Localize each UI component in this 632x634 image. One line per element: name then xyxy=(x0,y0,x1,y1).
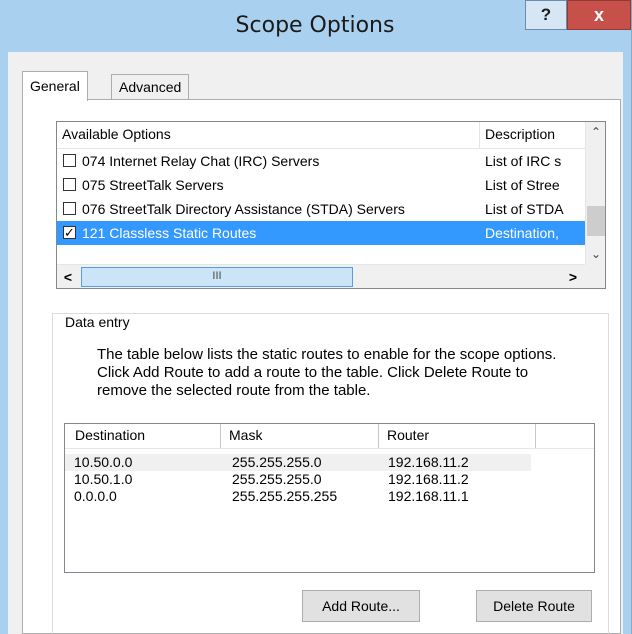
scroll-down-arrow-icon[interactable]: ⌄ xyxy=(586,244,605,264)
router-cell: 192.168.11.1 xyxy=(388,488,469,504)
router-cell: 192.168.11.2 xyxy=(388,471,469,487)
vertical-scroll-thumb[interactable] xyxy=(587,206,605,236)
option-checkbox[interactable] xyxy=(63,202,76,215)
option-name: 121 Classless Static Routes xyxy=(82,225,257,241)
options-vertical-scrollbar[interactable]: ⌃ ⌄ xyxy=(585,122,605,264)
column-divider[interactable] xyxy=(378,424,379,448)
tab-advanced[interactable]: Advanced xyxy=(111,74,190,100)
option-description: List of IRC s xyxy=(485,153,562,169)
mask-cell: 255.255.255.0 xyxy=(232,454,322,470)
static-routes-table[interactable]: Destination Mask Router 10.50.0.0 255.25… xyxy=(64,423,595,573)
table-row[interactable]: 0.0.0.0 255.255.255.255 192.168.11.1 xyxy=(65,488,531,505)
column-header-destination[interactable]: Destination xyxy=(75,427,145,443)
option-row-076[interactable]: 076 StreetTalk Directory Assistance (STD… xyxy=(57,197,585,221)
tab-general[interactable]: General xyxy=(22,71,88,101)
destination-cell: 10.50.1.0 xyxy=(74,471,133,487)
destination-cell: 10.50.0.0 xyxy=(74,454,133,470)
option-name: 075 StreetTalk Servers xyxy=(82,177,224,193)
option-row-121-selected[interactable]: ✓ 121 Classless Static Routes Destinatio… xyxy=(57,221,585,245)
destination-cell: 0.0.0.0 xyxy=(74,488,117,504)
options-horizontal-scrollbar[interactable]: < III > xyxy=(57,264,605,288)
mask-cell: 255.255.255.255 xyxy=(232,488,338,504)
router-cell: 192.168.11.2 xyxy=(388,454,469,470)
column-divider[interactable] xyxy=(535,424,536,448)
column-header-mask[interactable]: Mask xyxy=(229,427,262,443)
delete-route-button[interactable]: Delete Route xyxy=(476,590,592,622)
close-button[interactable]: x xyxy=(567,0,631,30)
scope-options-dialog: Scope Options ? x General Advanced Avail… xyxy=(0,0,632,634)
mask-cell: 255.255.255.0 xyxy=(232,471,322,487)
option-checkbox[interactable] xyxy=(63,154,76,167)
option-description: List of Stree xyxy=(485,177,560,193)
scroll-up-arrow-icon[interactable]: ⌃ xyxy=(586,122,605,142)
horizontal-scroll-thumb[interactable]: III xyxy=(81,267,353,287)
grip-icon: III xyxy=(212,270,222,282)
column-divider[interactable] xyxy=(479,122,480,148)
available-options-list[interactable]: Available Options Description 074 Intern… xyxy=(56,121,606,289)
option-description: Destination, xyxy=(485,225,559,241)
option-name: 074 Internet Relay Chat (IRC) Servers xyxy=(82,153,320,169)
scrollbar-corner xyxy=(585,264,605,288)
add-route-button[interactable]: Add Route... xyxy=(302,590,420,622)
option-checkbox-checked[interactable]: ✓ xyxy=(63,226,76,239)
table-row[interactable]: 10.50.0.0 255.255.255.0 192.168.11.2 xyxy=(65,454,531,471)
data-entry-description: The table below lists the static routes … xyxy=(97,346,557,399)
help-button[interactable]: ? xyxy=(525,0,567,30)
option-name: 076 StreetTalk Directory Assistance (STD… xyxy=(82,201,405,217)
column-header-available-options[interactable]: Available Options xyxy=(62,126,171,142)
scroll-right-arrow-icon[interactable]: > xyxy=(562,265,584,288)
option-row-074[interactable]: 074 Internet Relay Chat (IRC) Servers Li… xyxy=(57,149,585,173)
options-list-header: Available Options Description xyxy=(57,122,585,149)
table-row[interactable]: 10.50.1.0 255.255.255.0 192.168.11.2 xyxy=(65,471,531,488)
option-row-075[interactable]: 075 StreetTalk Servers List of Stree xyxy=(57,173,585,197)
data-entry-label: Data entry xyxy=(62,314,133,330)
title-bar[interactable]: Scope Options ? x xyxy=(0,0,631,52)
option-checkbox[interactable] xyxy=(63,178,76,191)
scroll-left-arrow-icon[interactable]: < xyxy=(57,265,79,288)
routes-table-header: Destination Mask Router xyxy=(65,424,594,449)
column-header-description[interactable]: Description xyxy=(485,126,555,142)
column-divider[interactable] xyxy=(220,424,221,448)
column-header-router[interactable]: Router xyxy=(387,427,429,443)
option-description: List of STDA xyxy=(485,201,564,217)
